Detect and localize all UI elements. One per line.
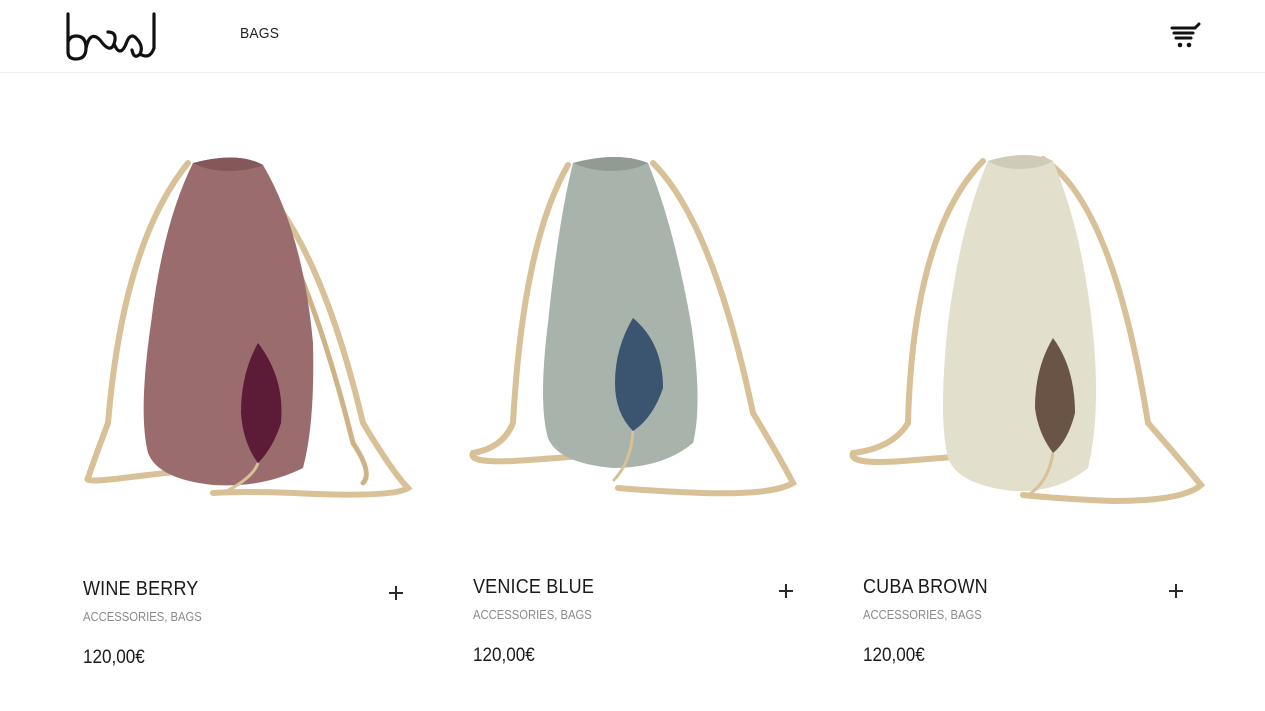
product-price: 120,00€ xyxy=(83,647,145,668)
category-link[interactable]: ACCESSORIES xyxy=(83,610,164,624)
category-link[interactable]: ACCESSORIES xyxy=(473,608,554,622)
plus-icon[interactable] xyxy=(774,579,798,603)
product-title[interactable]: WINE BERRY xyxy=(83,578,198,601)
plus-icon[interactable] xyxy=(1164,579,1188,603)
band-logo[interactable] xyxy=(64,10,160,62)
product-image-wine-berry[interactable] xyxy=(63,123,453,563)
nav-bags-link[interactable]: BAGS xyxy=(240,25,279,42)
product-card-venice-blue[interactable]: VENICE BLUE ACCESSORIES, BAGS 120,00€ xyxy=(453,73,843,711)
category-link[interactable]: ACCESSORIES xyxy=(863,608,944,622)
product-grid: WINE BERRY ACCESSORIES, BAGS 120,00€ VEN… xyxy=(0,73,1265,711)
product-title[interactable]: CUBA BROWN xyxy=(863,576,988,599)
category-link[interactable]: BAGS xyxy=(561,608,592,622)
category-link[interactable]: BAGS xyxy=(171,610,202,624)
site-header: BAGS xyxy=(0,0,1265,73)
product-card-wine-berry[interactable]: WINE BERRY ACCESSORIES, BAGS 120,00€ xyxy=(63,73,453,711)
product-image-venice-blue[interactable] xyxy=(453,123,843,563)
category-link[interactable]: BAGS xyxy=(951,608,982,622)
product-price: 120,00€ xyxy=(863,645,925,666)
product-price: 120,00€ xyxy=(473,645,535,666)
product-categories: ACCESSORIES, BAGS xyxy=(83,610,202,624)
cart-icon[interactable] xyxy=(1170,22,1202,50)
product-card-cuba-brown[interactable]: CUBA BROWN ACCESSORIES, BAGS 120,00€ xyxy=(843,73,1233,711)
product-image-cuba-brown[interactable] xyxy=(843,123,1233,563)
plus-icon[interactable] xyxy=(384,581,408,605)
product-categories: ACCESSORIES, BAGS xyxy=(473,608,592,622)
product-categories: ACCESSORIES, BAGS xyxy=(863,608,982,622)
product-title[interactable]: VENICE BLUE xyxy=(473,576,594,599)
